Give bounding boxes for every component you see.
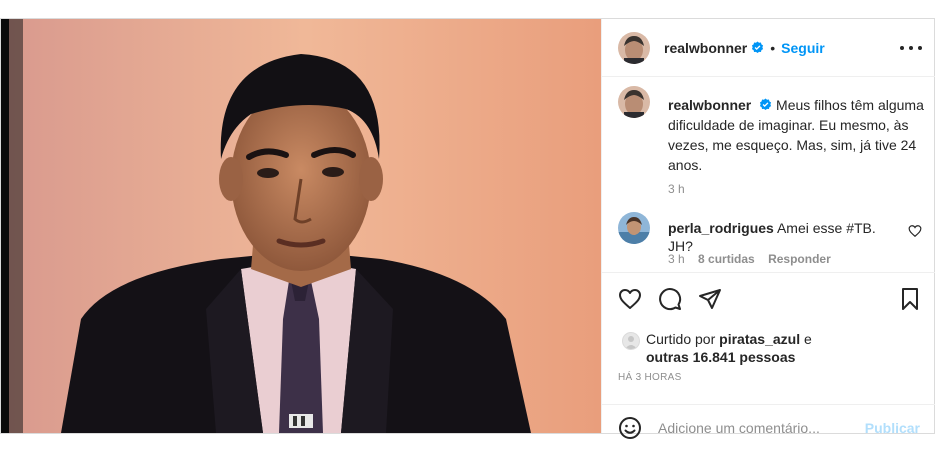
post-photo[interactable] (1, 19, 601, 433)
share-paper-plane-icon[interactable] (698, 287, 722, 311)
publish-button[interactable]: Publicar (865, 420, 920, 436)
verified-badge-icon (751, 41, 764, 54)
comment-meta: 3 h 8 curtidas Responder (668, 252, 841, 266)
like-heart-icon[interactable] (618, 287, 642, 311)
post-sidebar: realwbonner • Seguir realwbonner Meus fi… (601, 19, 935, 439)
author-avatar[interactable] (618, 31, 650, 64)
liker-avatar[interactable] (622, 332, 640, 350)
reply-button[interactable]: Responder (768, 252, 831, 266)
liker-username[interactable]: piratas_azul (719, 331, 800, 347)
author-username[interactable]: realwbonner (664, 40, 747, 56)
post-timestamp[interactable]: HÁ 3 HORAS (618, 372, 682, 383)
comment-input[interactable] (658, 418, 858, 438)
post-photo-image (1, 19, 601, 433)
actions-panel: Curtido por piratas_azul e outras 16.841… (602, 272, 935, 439)
commenter-username[interactable]: perla_rodrigues (668, 220, 774, 236)
more-options-icon[interactable] (900, 39, 922, 57)
likes-prefix: Curtido por (646, 331, 716, 347)
instagram-post: realwbonner • Seguir realwbonner Meus fi… (0, 18, 935, 439)
post-header: realwbonner • Seguir (602, 19, 935, 77)
comment-time[interactable]: 3 h (668, 252, 685, 266)
save-bookmark-icon[interactable] (898, 287, 922, 311)
comment-like-heart-icon[interactable] (908, 224, 922, 238)
comments-area[interactable]: realwbonner Meus filhos têm alguma dific… (602, 78, 935, 271)
likes-others[interactable]: outras 16.841 pessoas (646, 349, 795, 365)
emoji-icon[interactable] (618, 416, 642, 440)
likes-joiner: e (803, 331, 812, 347)
caption-text-block: realwbonner Meus filhos têm alguma dific… (668, 95, 926, 175)
caption-author-avatar[interactable] (618, 86, 650, 118)
caption-time[interactable]: 3 h (668, 182, 685, 196)
comment-text-block: perla_rodrigues Amei esse #TB. JH? (668, 219, 898, 255)
caption-username[interactable]: realwbonner (668, 97, 751, 113)
caption-verified-badge-icon (759, 96, 772, 111)
comment-bubble-icon[interactable] (658, 287, 682, 311)
separator-dot: • (770, 39, 776, 56)
follow-button[interactable]: Seguir (781, 40, 825, 56)
likes-text: Curtido por piratas_azul e outras 16.841… (646, 330, 826, 366)
comment-likes[interactable]: 8 curtidas (698, 252, 755, 266)
commenter-avatar[interactable] (618, 212, 650, 244)
